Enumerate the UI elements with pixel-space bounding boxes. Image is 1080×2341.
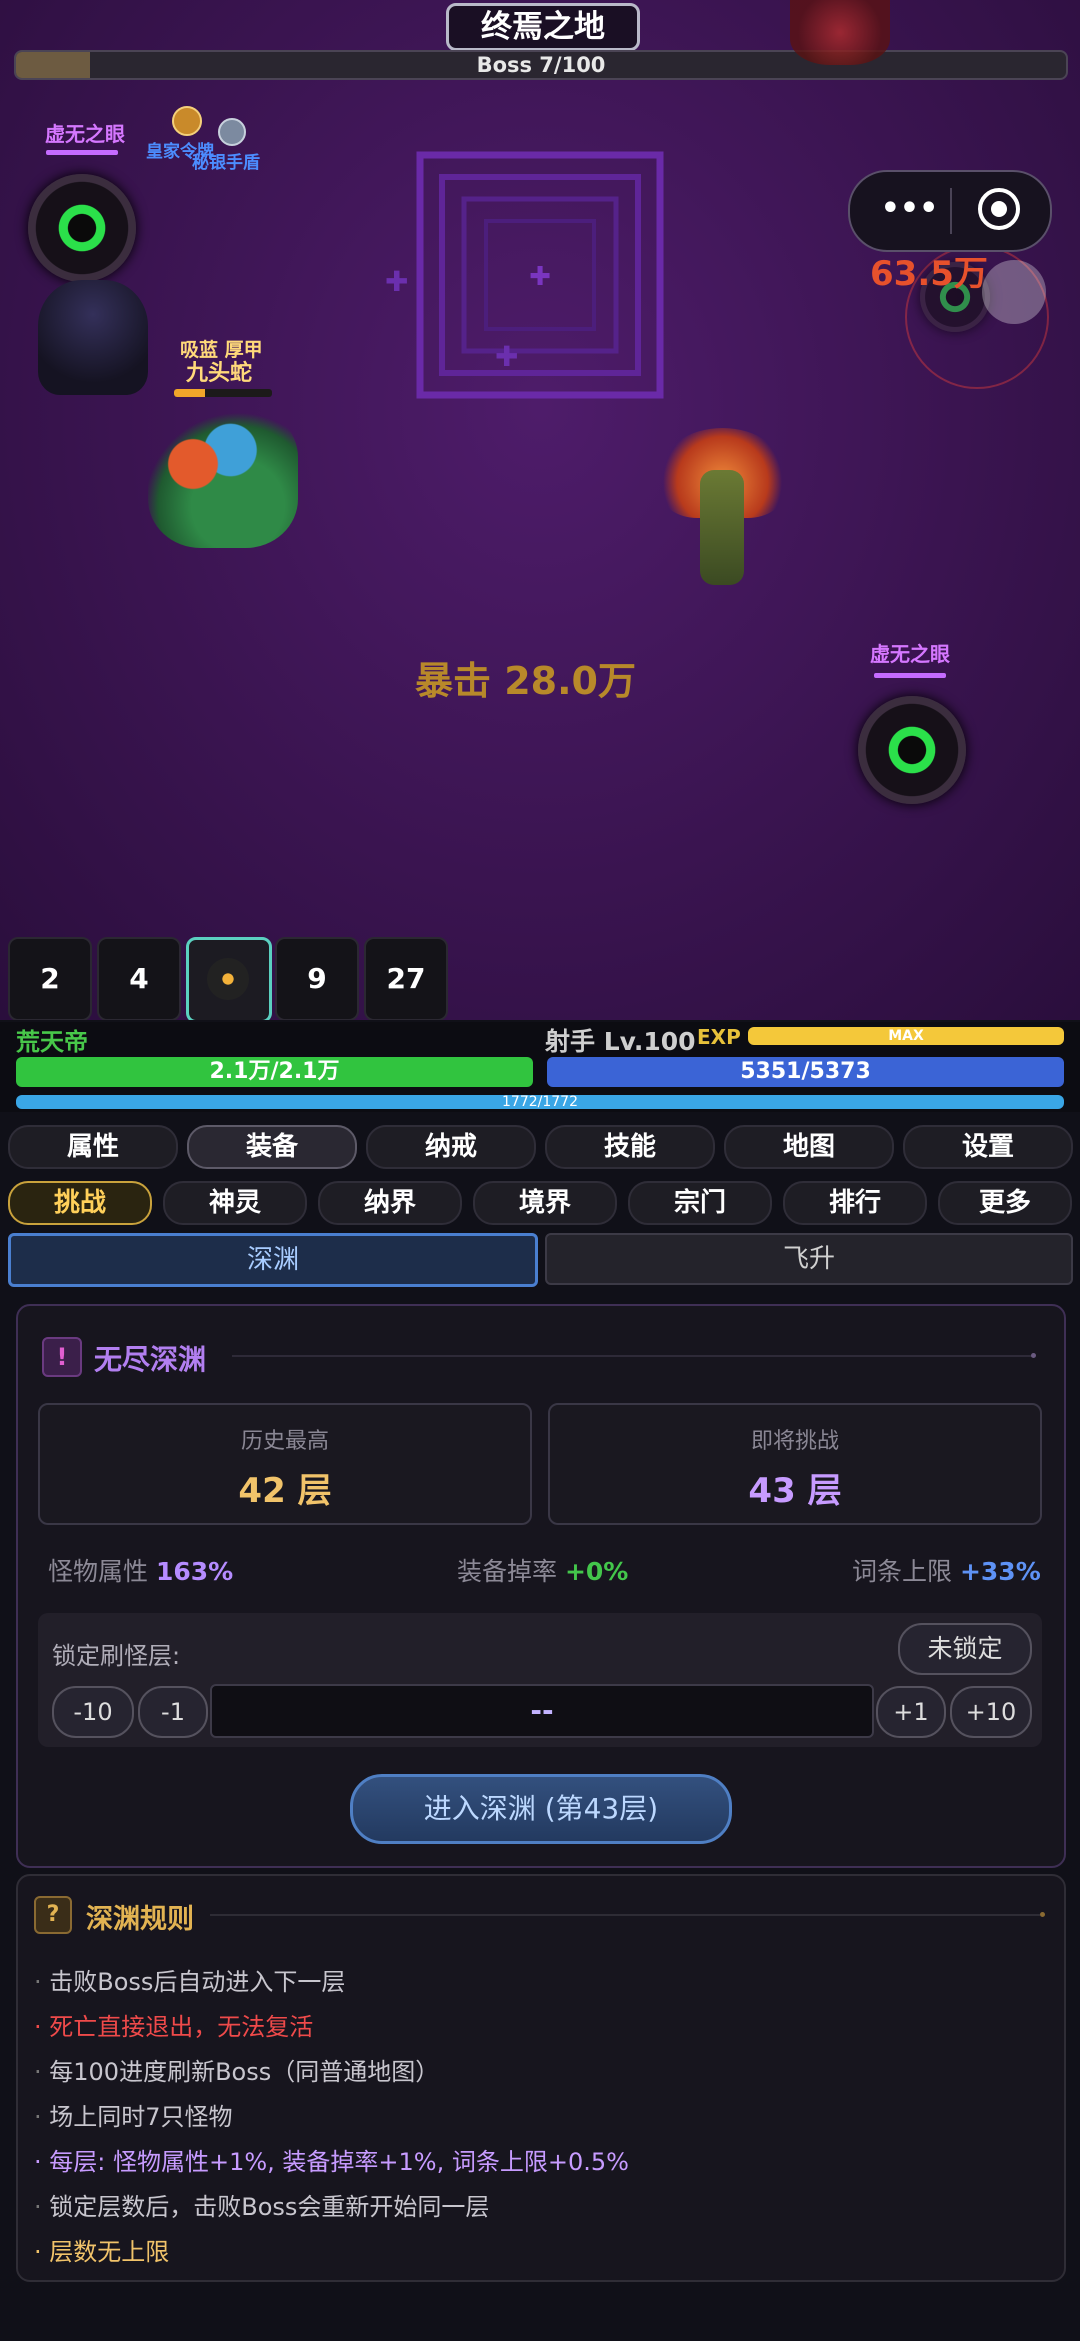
tab-map[interactable]: 地图	[724, 1125, 894, 1169]
segment-ascend[interactable]: 飞升	[545, 1233, 1073, 1285]
divider-dot	[1040, 1912, 1045, 1917]
crit-damage-text: 暴击 28.0万	[415, 659, 636, 703]
abyss-title: 无尽深渊	[94, 1343, 207, 1376]
close-target-icon[interactable]	[978, 188, 1020, 230]
help-icon: ?	[34, 1896, 72, 1934]
stat-monster-attr: 怪物属性 163%	[48, 1557, 234, 1586]
rules-title: 深渊规则	[86, 1904, 194, 1935]
shield-bar: 1772/1772	[16, 1095, 1064, 1109]
boss-sprite[interactable]	[790, 0, 890, 65]
next-floor-label: 即将挑战	[750, 1429, 839, 1454]
tab-equipment[interactable]: 装备	[187, 1125, 357, 1169]
more-icon[interactable]: •••	[872, 186, 947, 236]
tab-realm-space[interactable]: 纳界	[318, 1181, 462, 1225]
enter-abyss-button[interactable]: 进入深渊 (第43层)	[350, 1774, 732, 1844]
exp-bar: MAX	[748, 1027, 1064, 1045]
portal-squares: ✚	[416, 151, 664, 399]
hydra-name: 九头蛇	[186, 361, 253, 386]
boss-progress-label: Boss 7/100	[476, 53, 606, 77]
divider	[232, 1355, 1032, 1357]
lock-floor-label: 锁定刷怪层:	[52, 1642, 181, 1670]
tab-ring[interactable]: 纳戒	[366, 1125, 536, 1169]
tab-deity[interactable]: 神灵	[163, 1181, 307, 1225]
sparkle-icon: ✚	[495, 340, 519, 373]
tab-ranking[interactable]: 排行	[783, 1181, 927, 1225]
shield-icon	[218, 118, 246, 146]
monster-name-left: 虚无之眼	[45, 122, 125, 146]
rule-item: · 每100进度刷新Boss（同普通地图）	[34, 2058, 440, 2086]
skill-slot[interactable]: 27	[364, 937, 448, 1020]
player-stats: 荒天帝 射手 Lv.100 EXP MAX 2.1万/2.1万 5351/537…	[0, 1022, 1080, 1112]
tab-challenge[interactable]: 挑战	[8, 1181, 152, 1225]
rule-item-warning: · 死亡直接退出，无法复活	[34, 2013, 314, 2041]
damage-number: 63.5万	[870, 254, 988, 294]
stat-affix-cap: 词条上限 +33%	[852, 1557, 1041, 1586]
svg-text:✚: ✚	[529, 262, 551, 292]
exp-value: MAX	[888, 1028, 924, 1044]
monster-hp-bar	[46, 150, 118, 155]
dark-reaper-monster[interactable]	[38, 280, 148, 395]
divider-dot	[1031, 1353, 1036, 1358]
minus-10-button[interactable]: -10	[52, 1686, 134, 1738]
tab-skills[interactable]: 技能	[545, 1125, 715, 1169]
hydra-hp-bar	[174, 389, 272, 397]
boss-progress-bar: Boss 7/100	[14, 50, 1068, 80]
archer-hero	[700, 470, 744, 585]
lock-floor-input[interactable]: --	[210, 1684, 874, 1738]
lock-toggle-button[interactable]: 未锁定	[898, 1623, 1032, 1675]
hp-bar: 2.1万/2.1万	[16, 1057, 533, 1087]
rule-item-scaling: · 每层: 怪物属性+1%, 装备掉率+1%, 词条上限+0.5%	[34, 2148, 629, 2176]
miniprogram-capsule: •••	[848, 170, 1052, 252]
hp-value: 2.1万/2.1万	[209, 1059, 340, 1084]
touch-indicator	[982, 260, 1046, 324]
skill-slot[interactable]: 4	[97, 937, 181, 1020]
void-eye-monster[interactable]	[858, 696, 966, 804]
tab-settings[interactable]: 设置	[903, 1125, 1073, 1169]
mp-value: 5351/5373	[740, 1059, 871, 1084]
player-class-level: 射手 Lv.100	[545, 1027, 696, 1056]
rule-item: · 锁定层数后，击败Boss会重新开始同一层	[34, 2193, 490, 2221]
player-name: 荒天帝	[16, 1028, 88, 1056]
buff-label: 秘银手盾	[192, 153, 260, 173]
next-floor-value: 43 层	[748, 1471, 842, 1511]
mp-bar: 5351/5373	[547, 1057, 1064, 1087]
next-floor-box: 即将挑战 43 层	[548, 1403, 1042, 1525]
tab-realm[interactable]: 境界	[473, 1181, 617, 1225]
shield-value: 1772/1772	[502, 1095, 578, 1109]
tab-attributes[interactable]: 属性	[8, 1125, 178, 1169]
tab-more[interactable]: 更多	[938, 1181, 1072, 1225]
void-eye-monster[interactable]	[28, 174, 136, 282]
skill-slot-active[interactable]	[186, 937, 272, 1020]
hydra-monster[interactable]	[148, 408, 298, 548]
capsule-divider	[950, 188, 952, 234]
token-icon	[172, 106, 202, 136]
minus-1-button[interactable]: -1	[138, 1686, 208, 1738]
stat-drop-rate: 装备掉率 +0%	[457, 1557, 629, 1586]
tab-sect[interactable]: 宗门	[628, 1181, 772, 1225]
segment-abyss[interactable]: 深渊	[8, 1233, 538, 1287]
exp-label: EXP	[697, 1025, 741, 1049]
alert-icon: !	[42, 1337, 82, 1377]
divider	[210, 1914, 1040, 1916]
skill-slot[interactable]: 2	[8, 937, 92, 1020]
rule-item-highlight: · 层数无上限	[34, 2238, 170, 2266]
rule-item: · 击败Boss后自动进入下一层	[34, 1968, 346, 1996]
plus-10-button[interactable]: +10	[950, 1686, 1032, 1738]
plus-1-button[interactable]: +1	[876, 1686, 946, 1738]
skill-eye-icon	[207, 958, 249, 1000]
best-floor-value: 42 层	[238, 1471, 332, 1511]
best-floor-label: 历史最高	[240, 1429, 329, 1454]
rule-item: · 场上同时7只怪物	[34, 2103, 233, 2131]
monster-name-right: 虚无之眼	[870, 642, 950, 666]
zone-title: 终焉之地	[446, 3, 640, 51]
monster-hp-bar	[874, 673, 946, 678]
skill-slot[interactable]: 9	[275, 937, 359, 1020]
best-floor-box: 历史最高 42 层	[38, 1403, 532, 1525]
sparkle-icon: ✚	[385, 265, 409, 298]
battle-scene: ✚ ✚ ✚ 终焉之地 Boss 7/100 虚无之眼 皇家令牌 秘银手盾 吸蓝 …	[0, 0, 1080, 1020]
